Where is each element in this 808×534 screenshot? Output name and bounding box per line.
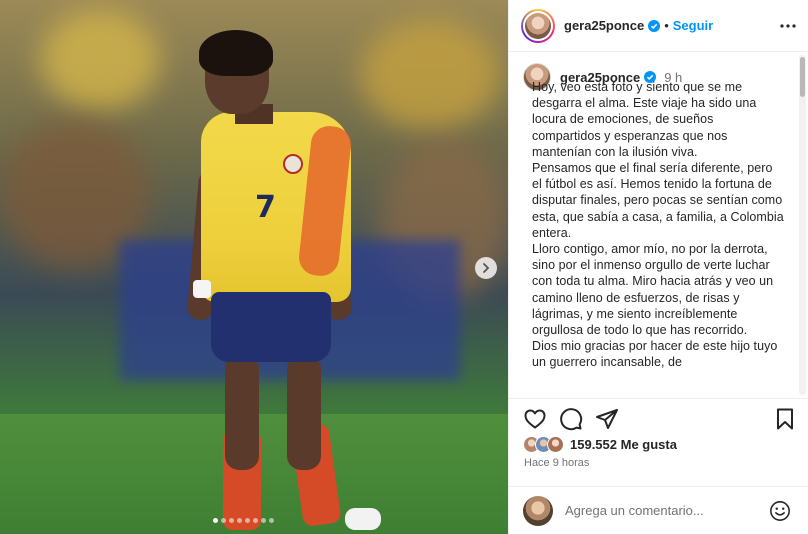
save-bookmark-icon[interactable] bbox=[773, 407, 797, 431]
avatar[interactable] bbox=[525, 12, 551, 39]
crowd-blur bbox=[40, 10, 160, 110]
more-options-icon[interactable] bbox=[779, 17, 797, 35]
post-image[interactable]: 7 bbox=[0, 0, 508, 534]
comment-bar bbox=[509, 486, 808, 534]
heart-icon[interactable] bbox=[523, 407, 547, 431]
verified-badge-icon bbox=[648, 19, 661, 32]
caption-text: Hoy, veo esta foto y siento que se me de… bbox=[532, 79, 784, 371]
avatar bbox=[547, 436, 564, 453]
carousel-next-button[interactable] bbox=[475, 257, 497, 279]
carousel-dot[interactable] bbox=[261, 518, 266, 523]
carousel-dots bbox=[213, 518, 274, 523]
carousel-dot[interactable] bbox=[269, 518, 274, 523]
caption-paragraph: Pensamos que el final sería diferente, p… bbox=[532, 161, 784, 240]
likes-count[interactable]: 159.552 Me gusta bbox=[570, 437, 677, 452]
leg bbox=[287, 355, 321, 470]
wristband bbox=[193, 280, 211, 298]
follow-button[interactable]: Seguir bbox=[673, 18, 713, 33]
caption-area[interactable]: gera25ponce 9 h Hoy, veo esta foto y sie… bbox=[509, 53, 808, 398]
player-figure: 7 bbox=[185, 30, 385, 534]
leg bbox=[225, 355, 259, 470]
likes-row[interactable]: 159.552 Me gusta bbox=[523, 436, 677, 453]
caption-paragraph: Lloro contigo, amor mío, no por la derro… bbox=[532, 242, 774, 338]
header-username[interactable]: gera25ponce bbox=[564, 18, 644, 33]
action-bar bbox=[509, 398, 808, 438]
comment-icon[interactable] bbox=[559, 407, 583, 431]
hair bbox=[199, 30, 273, 76]
scrollbar[interactable] bbox=[799, 55, 806, 395]
caption-paragraph: Dios mio gracias por hacer de este hijo … bbox=[532, 339, 778, 370]
carousel-dot[interactable] bbox=[253, 518, 258, 523]
jersey-number: 7 bbox=[255, 190, 276, 225]
separator-dot: • bbox=[664, 18, 669, 33]
carousel-dot[interactable] bbox=[237, 518, 242, 523]
caption-paragraph: Hoy, veo esta foto y siento que se me de… bbox=[532, 80, 757, 159]
carousel-dot[interactable] bbox=[245, 518, 250, 523]
carousel-dot[interactable] bbox=[229, 518, 234, 523]
emoji-icon[interactable] bbox=[769, 500, 791, 522]
avatar bbox=[523, 495, 553, 526]
shoe bbox=[345, 508, 381, 530]
post-header: gera25ponce • Seguir bbox=[509, 0, 808, 52]
chevron-right-icon bbox=[483, 263, 490, 273]
carousel-dot[interactable] bbox=[213, 518, 218, 523]
post-side-panel: gera25ponce • Seguir gera25ponce 9 h Hoy… bbox=[508, 0, 808, 534]
shorts bbox=[211, 292, 331, 362]
liked-by-avatars bbox=[523, 436, 564, 453]
post-time-ago[interactable]: Hace 9 horas bbox=[524, 457, 589, 469]
scroll-thumb[interactable] bbox=[800, 57, 805, 97]
crest-icon bbox=[283, 154, 303, 174]
carousel-dot[interactable] bbox=[221, 518, 226, 523]
story-ring[interactable] bbox=[521, 8, 555, 43]
comment-input[interactable] bbox=[565, 503, 765, 518]
share-icon[interactable] bbox=[595, 407, 619, 431]
